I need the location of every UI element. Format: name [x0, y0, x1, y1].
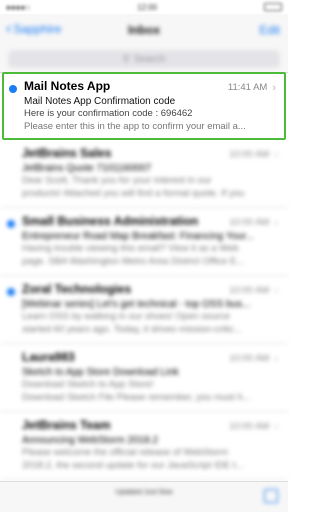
message-subject: Announcing WebStorm 2018.2	[22, 434, 159, 446]
message-row-mail-notes-app[interactable]: Mail Notes App 11:41 AM › Mail Notes App…	[2, 72, 286, 140]
search-placeholder: Search	[133, 53, 166, 65]
message-time: 10:00 AM	[229, 149, 270, 160]
message-subject: [Webinar series] Let's get technical - t…	[22, 298, 251, 310]
message-preview: page. SBA Washington Metro Area District…	[22, 255, 245, 267]
message-time: 10:00 AM	[229, 285, 270, 296]
message-subject: Sketch to App Store Download Link	[22, 366, 179, 378]
status-time: 12:00	[137, 2, 158, 12]
message-subject: Mail Notes App Confirmation code	[24, 95, 176, 107]
chevron-right-icon: ›	[272, 81, 276, 94]
message-preview: Download Sketch File Please remember, yo…	[22, 391, 251, 403]
message-preview: Download Sketch to App Store!	[22, 378, 154, 390]
message-time: 10:00 AM	[229, 421, 270, 432]
unread-dot-icon	[7, 220, 15, 228]
page-title: Inbox	[128, 23, 160, 37]
message-sender: Small Business Administration	[22, 214, 199, 228]
chevron-right-icon: ›	[274, 352, 278, 365]
message-subject: Entrepreneur Road Map Breakfast: Financi…	[22, 230, 254, 242]
message-time: 10:00 AM	[229, 217, 270, 228]
message-preview: Dear Scott, Thank you for your interest …	[22, 174, 212, 186]
message-row[interactable]: Zoral Technologies 10:00 AM › [Webinar s…	[0, 276, 288, 344]
search-bar: ⚲ Search	[0, 46, 288, 73]
chevron-right-icon: ›	[274, 284, 278, 297]
message-preview: 2018.2, the second update for our JavaSc…	[22, 459, 244, 471]
chevron-right-icon: ›	[274, 148, 278, 161]
message-sender: JetBrains Sales	[22, 146, 112, 160]
bottom-toolbar: Updated Just Now	[0, 481, 288, 512]
unread-dot-icon	[9, 85, 17, 93]
message-preview: Please welcome the official release of W…	[22, 446, 229, 458]
edit-button[interactable]: Edit	[259, 23, 280, 37]
status-bar: ●●●●○ 12:00	[0, 0, 288, 14]
search-icon: ⚲	[122, 53, 130, 65]
unread-dot-icon	[7, 288, 15, 296]
message-preview: Having trouble viewing this email? View …	[22, 242, 239, 254]
message-list: Mail Notes App 11:41 AM › Mail Notes App…	[0, 72, 288, 480]
message-time: 10:00 AM	[229, 353, 270, 364]
message-sender: Laura983	[22, 350, 75, 364]
compose-icon[interactable]	[264, 489, 278, 503]
navigation-bar: ‹ Sapphire Inbox Edit	[0, 14, 288, 46]
message-row[interactable]: JetBrains Sales 10:00 AM › JetBrains Quo…	[0, 140, 288, 208]
signal-indicator: ●●●●○	[6, 2, 31, 12]
battery-icon	[263, 3, 282, 11]
message-row[interactable]: Small Business Administration 10:00 AM ›…	[0, 208, 288, 276]
update-status-line: Updated Just Now	[115, 489, 173, 496]
update-status: Updated Just Now	[0, 489, 288, 497]
message-subject: JetBrains Quote 7101160007	[22, 162, 152, 174]
message-time: 11:41 AM	[227, 82, 268, 93]
message-preview: products! Attached you will find a forma…	[22, 187, 245, 199]
message-preview: Please enter this in the app to confirm …	[24, 120, 246, 132]
message-preview: started 60 years ago. Today, it drives m…	[22, 323, 242, 335]
message-preview: Here is your confirmation code : 696462	[24, 107, 193, 119]
message-sender: Zoral Technologies	[22, 282, 132, 296]
message-sender: Mail Notes App	[24, 79, 111, 93]
message-preview: Learn OSS by walking in our shoes! Open …	[22, 310, 231, 322]
message-row[interactable]: Laura983 10:00 AM › Sketch to App Store …	[0, 344, 288, 412]
chevron-right-icon: ›	[274, 216, 278, 229]
message-sender: JetBrains Team	[22, 418, 111, 432]
search-input[interactable]: ⚲ Search	[8, 50, 280, 68]
chevron-right-icon: ›	[274, 420, 278, 433]
message-row[interactable]: JetBrains Team 10:00 AM › Announcing Web…	[0, 412, 288, 480]
